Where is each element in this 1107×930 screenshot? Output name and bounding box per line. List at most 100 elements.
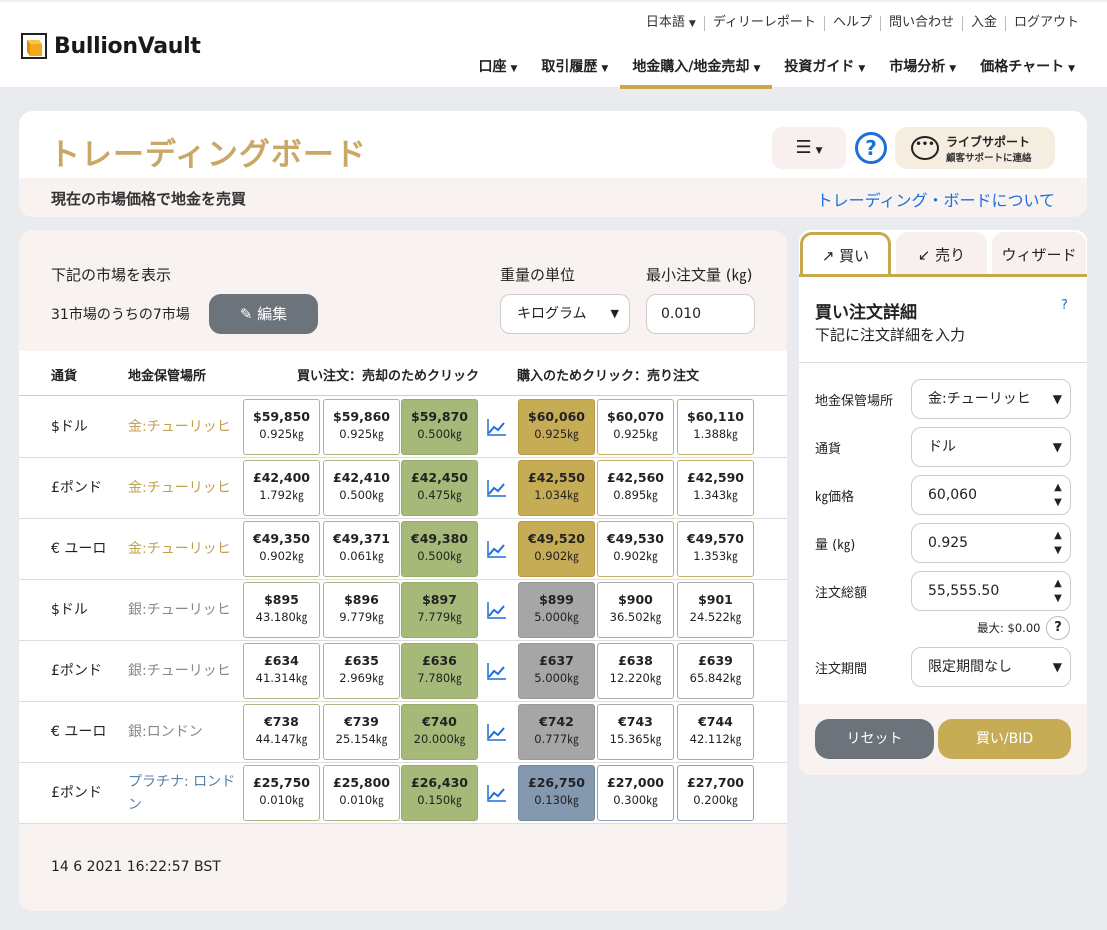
edit-markets-button[interactable]: ✎ 編集 <box>209 294 318 334</box>
live-support-button[interactable]: ••• ライブサポート 顧客サポートに連絡 <box>895 127 1055 169</box>
weight-unit-select[interactable]: キログラム ▼ <box>500 294 630 334</box>
bid-price-cell[interactable]: £42,410 0.500㎏ <box>323 460 400 516</box>
row-currency: £ポンド <box>51 480 102 496</box>
daily-report-link[interactable]: ディリーレポート <box>703 16 824 31</box>
vault-select[interactable]: 金:チューリッヒ ▼ <box>911 379 1071 419</box>
row-vault-link[interactable]: 金:チューリッヒ <box>128 397 238 458</box>
brand-logo[interactable]: BullionVault <box>18 30 201 62</box>
order-help-link[interactable]: ? <box>1061 298 1068 313</box>
price-chart-icon[interactable] <box>487 479 507 497</box>
ask-price-cell[interactable]: £42,590 1.343㎏ <box>677 460 754 516</box>
price-chart-icon[interactable] <box>487 418 507 436</box>
term-select[interactable]: 限定期間なし ▼ <box>911 647 1071 687</box>
term-select-value: 限定期間なし <box>928 659 1012 675</box>
bid-price-cell[interactable]: €738 44.147㎏ <box>243 704 320 760</box>
ask-price-cell[interactable]: £42,560 0.895㎏ <box>597 460 674 516</box>
ask-price-cell[interactable]: €742 0.777㎏ <box>518 704 595 760</box>
spinner-icon[interactable]: ▲ ▼ <box>1050 528 1066 558</box>
tab-wizard[interactable]: ウィザード <box>992 232 1086 276</box>
bid-price-cell[interactable]: £26,430 0.150㎏ <box>401 765 478 821</box>
menu-button[interactable]: ☰ ▼ <box>772 127 846 169</box>
bid-price-cell[interactable]: £25,800 0.010㎏ <box>323 765 400 821</box>
price: £27,000 <box>607 775 664 790</box>
bid-price-cell[interactable]: $59,850 0.925㎏ <box>243 399 320 455</box>
logout-link[interactable]: ログアウト <box>1004 16 1087 31</box>
bid-price-cell[interactable]: £42,400 1.792㎏ <box>243 460 320 516</box>
ask-price-cell[interactable]: $60,110 1.388㎏ <box>677 399 754 455</box>
chevron-down-icon: ▼ <box>601 64 609 74</box>
total-input[interactable]: 55,555.50 ▲ ▼ <box>911 571 1071 611</box>
bid-price-cell[interactable]: €740 20.000㎏ <box>401 704 478 760</box>
min-order-input[interactable]: 0.010 <box>646 294 755 334</box>
bid-price-cell[interactable]: $896 9.779㎏ <box>323 582 400 638</box>
bid-price-cell[interactable]: €49,350 0.902㎏ <box>243 521 320 577</box>
ask-price-cell[interactable]: $60,060 0.925㎏ <box>518 399 595 455</box>
ask-price-cell[interactable]: $899 5.000㎏ <box>518 582 595 638</box>
language-link[interactable]: 日本語 ▼ <box>638 16 704 31</box>
nav-charts[interactable]: 価格チャート ▼ <box>968 50 1087 89</box>
tab-sell[interactable]: ↙ 売り <box>896 232 987 276</box>
max-help-icon[interactable]: ? <box>1046 616 1070 640</box>
ask-price-cell[interactable]: €744 42.112㎏ <box>677 704 754 760</box>
price-chart-icon[interactable] <box>487 784 507 802</box>
nav-guide[interactable]: 投資ガイド ▼ <box>772 50 877 89</box>
weight: 1.792㎏ <box>259 488 304 502</box>
ask-price-cell[interactable]: £637 5.000㎏ <box>518 643 595 699</box>
price-chart-icon[interactable] <box>487 601 507 619</box>
row-vault-link[interactable]: 金:チューリッヒ <box>128 519 238 580</box>
bid-price-cell[interactable]: $59,870 0.500㎏ <box>401 399 478 455</box>
buy-bid-button[interactable]: 買い/BID <box>938 719 1071 759</box>
ask-price-cell[interactable]: €49,570 1.353㎏ <box>677 521 754 577</box>
spinner-icon[interactable]: ▲ ▼ <box>1050 576 1066 606</box>
ask-price-cell[interactable]: $900 36.502㎏ <box>597 582 674 638</box>
nav-account[interactable]: 口座 ▼ <box>466 50 529 89</box>
about-board-link[interactable]: トレーディング・ボードについて <box>817 187 1055 211</box>
tab-buy[interactable]: ↗ 買い <box>800 232 891 276</box>
bid-price-cell[interactable]: £25,750 0.010㎏ <box>243 765 320 821</box>
bid-price-cell[interactable]: $897 7.779㎏ <box>401 582 478 638</box>
bid-price-cell[interactable]: €49,380 0.500㎏ <box>401 521 478 577</box>
bid-price-cell[interactable]: $895 43.180㎏ <box>243 582 320 638</box>
deposit-link[interactable]: 入金 <box>961 16 1005 31</box>
nav-analysis[interactable]: 市場分析 ▼ <box>877 50 968 89</box>
bid-price-cell[interactable]: €739 25.154㎏ <box>323 704 400 760</box>
price-input[interactable]: 60,060 ▲ ▼ <box>911 475 1071 515</box>
ask-price-cell[interactable]: €49,520 0.902㎏ <box>518 521 595 577</box>
ask-price-cell[interactable]: £27,000 0.300㎏ <box>597 765 674 821</box>
bid-price-cell[interactable]: $59,860 0.925㎏ <box>323 399 400 455</box>
nav-buy-sell[interactable]: 地金購入/地金売却 ▼ <box>620 50 773 89</box>
table-row: $ドル 金:チューリッヒ $59,850 0.925㎏ $59,860 0.925㎏ $59… <box>19 397 787 458</box>
price-chart-icon[interactable] <box>487 662 507 680</box>
reset-button[interactable]: リセット <box>815 719 934 759</box>
ask-price-cell[interactable]: £27,700 0.200㎏ <box>677 765 754 821</box>
help-link[interactable]: ヘルプ <box>823 16 880 31</box>
bid-price-cell[interactable]: £634 41.314㎏ <box>243 643 320 699</box>
contact-link[interactable]: 問い合わせ <box>879 16 962 31</box>
price-chart-icon[interactable] <box>487 723 507 741</box>
row-vault-link[interactable]: 銀:チューリッヒ <box>128 641 238 702</box>
bid-price-cell[interactable]: £635 2.969㎏ <box>323 643 400 699</box>
spinner-icon[interactable]: ▲ ▼ <box>1050 480 1066 510</box>
bid-price-cell[interactable]: €49,371 0.061㎏ <box>323 521 400 577</box>
ask-price-cell[interactable]: €743 15.365㎏ <box>597 704 674 760</box>
help-icon[interactable]: ? <box>855 132 887 164</box>
ask-price-cell[interactable]: $60,070 0.925㎏ <box>597 399 674 455</box>
row-vault-link[interactable]: 銀:チューリッヒ <box>128 580 238 641</box>
bid-price-cell[interactable]: £42,450 0.475㎏ <box>401 460 478 516</box>
quantity-input[interactable]: 0.925 ▲ ▼ <box>911 523 1071 563</box>
price-chart-icon[interactable] <box>487 540 507 558</box>
ask-price-cell[interactable]: £639 65.842㎏ <box>677 643 754 699</box>
bid-price-cell[interactable]: £636 7.780㎏ <box>401 643 478 699</box>
ask-price-cell[interactable]: £26,750 0.130㎏ <box>518 765 595 821</box>
row-vault-link[interactable]: プラチナ: ロンドン <box>128 763 238 824</box>
row-vault-link[interactable]: 金:チューリッヒ <box>128 458 238 519</box>
row-vault-link[interactable]: 銀:ロンドン <box>128 702 238 763</box>
ask-price-cell[interactable]: £42,550 1.034㎏ <box>518 460 595 516</box>
nav-history[interactable]: 取引履歴 ▼ <box>529 50 620 89</box>
ask-price-cell[interactable]: $901 24.522㎏ <box>677 582 754 638</box>
price: $901 <box>698 592 733 607</box>
ask-price-cell[interactable]: €49,530 0.902㎏ <box>597 521 674 577</box>
currency-select[interactable]: ドル ▼ <box>911 427 1071 467</box>
title-subbar: 現在の市場価格で地金を売買 トレーディング・ボードについて <box>19 178 1087 217</box>
ask-price-cell[interactable]: £638 12.220㎏ <box>597 643 674 699</box>
